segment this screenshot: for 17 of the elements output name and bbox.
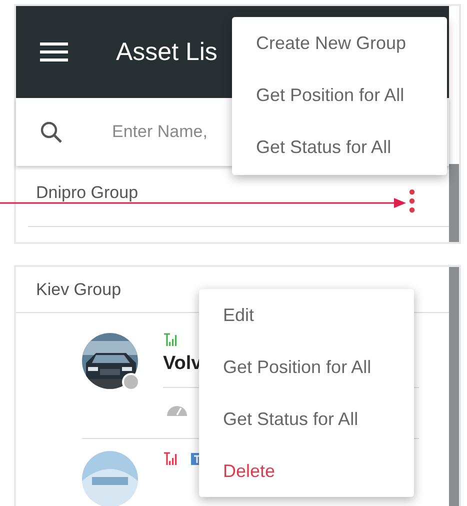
scrollbar[interactable]: [449, 267, 459, 506]
menu-item[interactable]: Create New Group: [232, 17, 447, 69]
more-icon[interactable]: [408, 189, 416, 213]
menu-item[interactable]: Get Status for All: [199, 393, 414, 445]
group-name: Kiev Group: [36, 280, 122, 300]
group-name: Dnipro Group: [36, 183, 138, 203]
asset-name: Volv: [163, 353, 202, 376]
menu-item[interactable]: Get Status for All: [232, 121, 447, 173]
menu-item[interactable]: Delete: [199, 445, 414, 497]
menu-item[interactable]: Get Position for All: [232, 69, 447, 121]
menu-item[interactable]: Edit: [199, 289, 414, 341]
menu-icon[interactable]: [40, 42, 68, 62]
search-icon[interactable]: [40, 121, 62, 143]
screen-title: Asset Lis: [116, 38, 218, 66]
menu-item[interactable]: Get Position for All: [199, 341, 414, 393]
search-field[interactable]: Enter Name,: [112, 122, 232, 142]
scrollbar[interactable]: [449, 164, 459, 242]
